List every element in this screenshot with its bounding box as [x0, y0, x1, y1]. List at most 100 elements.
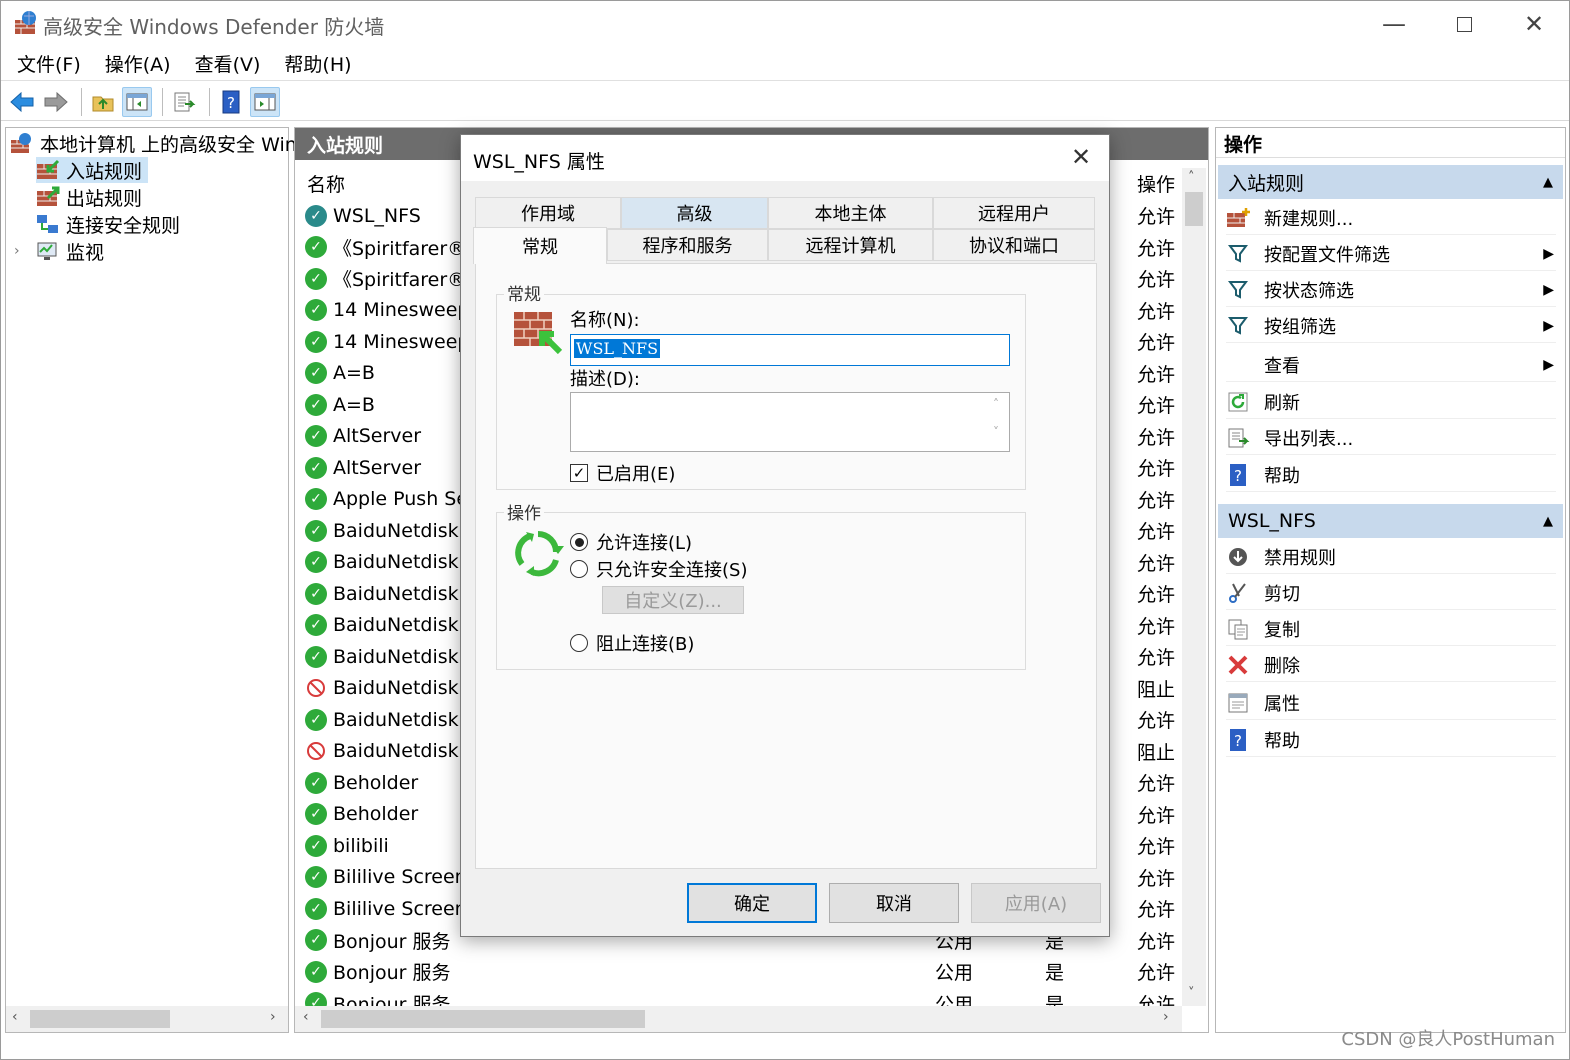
rules-scroll-thumb[interactable] [1185, 192, 1203, 226]
action-label: 查看 [1264, 355, 1300, 377]
column-header-action[interactable]: 操作 [1137, 168, 1175, 198]
cut-icon [1226, 581, 1250, 605]
apply-button[interactable]: 应用(A) [971, 883, 1101, 923]
allow-connection-label: 允许连接(L) [596, 533, 693, 554]
action-label: 帮助 [1264, 465, 1300, 487]
radio-unselected[interactable] [570, 560, 588, 578]
action-item[interactable]: 导出列表... [1226, 421, 1556, 455]
secure-connection-radio[interactable]: 只允许安全连接(S) [570, 556, 747, 582]
show-hide-action-pane-button[interactable] [250, 86, 280, 117]
menu-help[interactable]: 帮助(H) [284, 50, 351, 77]
allow-rule-icon: ✓ [305, 519, 327, 542]
allow-rule-icon: ✓ [305, 425, 327, 447]
scroll-down-icon[interactable]: ˅ [1188, 986, 1195, 1001]
scroll-right-icon[interactable]: › [1163, 1009, 1169, 1025]
tree-item-inbound-rules[interactable]: 入站规则 [36, 157, 149, 183]
show-hide-tree-button[interactable] [122, 86, 152, 117]
tab-programs-services[interactable]: 程序和服务 [607, 229, 768, 261]
cancel-button[interactable]: 取消 [829, 883, 959, 923]
action-item[interactable]: 删除 [1226, 648, 1556, 682]
enabled-checkbox[interactable]: ✓ [570, 464, 588, 482]
rule-action: 允许 [1137, 773, 1176, 795]
action-item[interactable]: 按组筛选 ▶ [1226, 309, 1556, 343]
action-item[interactable]: 按配置文件筛选 ▶ [1226, 237, 1556, 271]
ok-button[interactable]: 确定 [687, 883, 817, 923]
tab-general[interactable]: 常规 [473, 227, 607, 264]
action-item[interactable]: 属性 [1226, 686, 1556, 720]
table-row[interactable]: ✓ Bonjour 服务 公用 是 允许 [305, 956, 1180, 987]
action-item[interactable]: 新建规则... [1226, 201, 1556, 235]
rule-action: 允许 [1137, 899, 1176, 921]
actions-section-inbound[interactable]: 入站规则 ▲ [1218, 165, 1563, 199]
action-item[interactable]: 按状态筛选 ▶ [1226, 273, 1556, 307]
tab-remote-computers[interactable]: 远程计算机 [768, 229, 933, 261]
collapse-icon[interactable]: ▲ [1543, 175, 1553, 190]
tree-item-connection-security[interactable]: 连接安全规则 [36, 211, 180, 237]
tab-protocols-ports[interactable]: 协议和端口 [933, 229, 1095, 261]
scroll-down-icon[interactable]: ˅ [983, 425, 1009, 439]
action-item[interactable]: ? 帮助 [1226, 723, 1556, 757]
export-list-button[interactable] [169, 87, 199, 117]
action-item[interactable]: 复制 [1226, 612, 1556, 646]
forward-button[interactable] [41, 87, 71, 117]
tab-remote-users[interactable]: 远程用户 [933, 197, 1095, 229]
table-row[interactable]: ✓ Bonjour 服务 公用 是 允许 [305, 988, 1180, 1006]
column-header-name[interactable]: 名称 [307, 168, 345, 198]
customize-button[interactable]: 自定义(Z)... [602, 586, 744, 614]
radio-selected[interactable] [570, 533, 588, 551]
allow-rule-icon: ✓ [305, 708, 327, 731]
action-item[interactable]: 禁用规则 [1226, 540, 1556, 574]
allow-rule-icon: ✓ [305, 456, 327, 479]
tree-item-label: 出站规则 [66, 187, 143, 210]
maximize-button[interactable] [1429, 1, 1499, 47]
back-button[interactable] [7, 87, 37, 117]
nav-horizontal-scrollbar[interactable]: ‹ › [6, 1006, 288, 1032]
action-item[interactable]: 查看 ▶ [1226, 348, 1556, 382]
radio-unselected[interactable] [570, 634, 588, 652]
tree-item-monitoring[interactable]: › 监视 [14, 238, 104, 264]
scroll-left-icon[interactable]: ‹ [12, 1009, 18, 1025]
action-item[interactable]: 刷新 [1226, 385, 1556, 419]
navigation-pane: 本地计算机 上的高级安全 Winc 入站规则 出站规则 连接安全规则 › 监视 … [5, 127, 307, 1033]
block-connection-radio[interactable]: 阻止连接(B) [570, 630, 694, 656]
rules-hscroll-thumb[interactable] [321, 1010, 645, 1028]
scroll-right-icon[interactable]: › [270, 1009, 276, 1025]
tree-item-outbound-rules[interactable]: 出站规则 [36, 184, 142, 210]
rules-vertical-scrollbar[interactable]: ˄ ˅ [1182, 168, 1206, 1006]
collapse-icon[interactable]: ▲ [1543, 514, 1553, 529]
scroll-up-icon[interactable]: ˄ [983, 397, 1009, 411]
folder-up-icon [92, 96, 114, 111]
menu-action[interactable]: 操作(A) [105, 50, 171, 77]
rules-horizontal-scrollbar[interactable]: ‹ › [295, 1006, 1182, 1032]
allow-rule-icon: ✓ [305, 897, 327, 920]
dialog-close-icon[interactable]: ✕ [1071, 143, 1091, 171]
expand-chevron-icon[interactable]: › [14, 243, 30, 259]
description-input[interactable]: ˄ ˅ [570, 392, 1010, 452]
action-item[interactable]: ? 帮助 [1226, 458, 1556, 492]
allow-rule-icon: ✓ [305, 330, 327, 353]
allow-connection-radio[interactable]: 允许连接(L) [570, 529, 692, 555]
close-button[interactable]: ✕ [1499, 1, 1569, 47]
outbound-rules-icon [36, 186, 60, 208]
rule-action: 阻止 [1137, 741, 1176, 764]
tree-root[interactable]: 本地计算机 上的高级安全 Winc [10, 130, 307, 156]
tab-scope[interactable]: 作用域 [475, 197, 621, 229]
tab-local-principals[interactable]: 本地主体 [768, 197, 933, 229]
scroll-up-icon[interactable]: ˄ [1188, 170, 1195, 185]
nav-scroll-thumb[interactable] [30, 1010, 170, 1028]
description-scrollbar[interactable]: ˄ ˅ [983, 393, 1009, 451]
tab-advanced[interactable]: 高级 [621, 197, 768, 229]
scroll-left-icon[interactable]: ‹ [303, 1009, 309, 1025]
action-item[interactable]: 剪切 [1226, 576, 1556, 610]
menu-file[interactable]: 文件(F) [17, 50, 81, 77]
actions-section-rule[interactable]: WSL_NFS ▲ [1218, 504, 1563, 538]
minimize-button[interactable]: — [1359, 1, 1429, 47]
allow-rule-icon: ✓ [305, 299, 327, 321]
name-input[interactable]: WSL_NFS [570, 334, 1010, 366]
action-pane-icon [254, 93, 276, 110]
enabled-checkbox-row[interactable]: ✓ 已启用(E) [570, 460, 675, 486]
rule-action: 允许 [1137, 521, 1176, 543]
menu-view[interactable]: 查看(V) [195, 50, 261, 77]
up-folder-button[interactable] [88, 87, 118, 117]
help-button[interactable]: ? [216, 87, 246, 117]
